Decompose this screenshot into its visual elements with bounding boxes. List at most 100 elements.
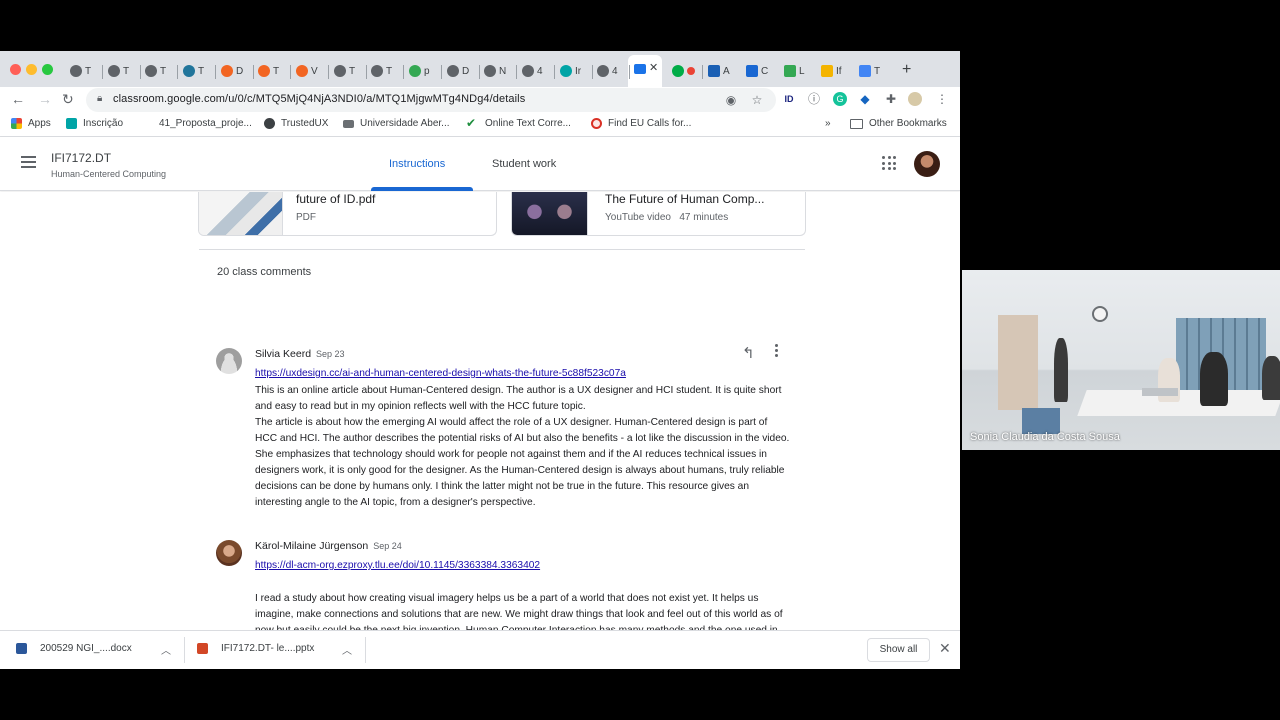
browser-tab[interactable]: V <box>296 61 318 81</box>
tab-active-classroom[interactable]: ✕ <box>628 55 662 87</box>
active-tab-indicator <box>371 187 473 191</box>
browser-tab[interactable]: p <box>409 61 430 81</box>
tab-separator <box>177 65 178 79</box>
browser-tab[interactable]: N <box>484 61 506 81</box>
record-icon <box>687 67 695 75</box>
browser-window: ✕ + T T T T D T V T Tp D N 4 Ir 4 A C L If T ← → ↻ 🔒︎ clas… <box>0 51 960 669</box>
browser-tab[interactable]: T <box>70 61 91 81</box>
tab-instructions[interactable]: Instructions <box>389 158 445 170</box>
chevron-up-icon[interactable]: ︿ <box>342 642 352 657</box>
puzzle-extensions-icon[interactable]: ✚ <box>884 92 898 106</box>
tab-favicon-icon <box>296 65 308 77</box>
browser-tab[interactable]: A <box>708 61 730 81</box>
main-menu-icon[interactable] <box>21 156 36 168</box>
attachment-pdf[interactable]: future of ID.pdf PDF <box>198 192 497 236</box>
tab-label: N <box>499 65 507 77</box>
tab-label: A <box>723 65 730 77</box>
google-apps-icon[interactable] <box>882 156 896 170</box>
grammarly-icon[interactable]: G <box>833 92 847 106</box>
back-arrow-icon[interactable]: ← <box>11 91 25 107</box>
bookmark-other[interactable]: Other Bookmarks <box>850 118 947 129</box>
downloads-bar: 200529 NGI_....docx ︿ IFI7172.DT- le....… <box>0 630 960 669</box>
bookmark-eu-calls[interactable]: Find EU Calls for... <box>591 118 691 129</box>
participant-name: Sonia Claudia da Costa Sousa <box>970 431 1120 443</box>
bookmark-trustedux[interactable]: TrustedUX <box>264 118 328 129</box>
browser-tab[interactable]: Ir <box>560 61 581 81</box>
eye-off-icon[interactable]: ◉ <box>724 93 738 107</box>
browser-tab[interactable]: T <box>258 61 279 81</box>
browser-tab[interactable]: T <box>145 61 166 81</box>
more-vert-icon[interactable] <box>771 344 781 360</box>
reload-icon[interactable]: ↻ <box>62 91 74 108</box>
new-tab-button[interactable]: + <box>902 61 911 79</box>
tab-label: p <box>424 65 430 77</box>
browser-tab[interactable]: 4 <box>522 61 543 81</box>
download-item-docx[interactable]: 200529 NGI_....docx <box>16 643 132 654</box>
account-avatar[interactable] <box>914 151 940 177</box>
bookmark-universidade[interactable]: Universidade Aber... <box>343 118 450 129</box>
bookmark-proposta[interactable]: 41_Proposta_proje... <box>142 118 252 129</box>
tab-label: T <box>386 65 393 77</box>
browser-tab[interactable]: D <box>447 61 469 81</box>
minimize-window-button[interactable] <box>26 64 37 75</box>
profile-icon[interactable] <box>908 92 922 106</box>
video-scene-door <box>998 315 1038 410</box>
chevron-up-icon[interactable]: ︿ <box>161 642 171 657</box>
tab-favicon-icon <box>859 65 871 77</box>
browser-tab[interactable]: T <box>334 61 355 81</box>
bookmarks-overflow-button[interactable]: » <box>825 118 831 129</box>
browser-tab[interactable]: T <box>108 61 129 81</box>
browser-tab[interactable]: D <box>221 61 243 81</box>
comment-author: Kärol-Milaine Jürgenson Sep 24 <box>255 540 402 552</box>
browser-tab[interactable]: C <box>746 61 768 81</box>
browser-tab[interactable]: If <box>821 61 842 81</box>
browser-tab[interactable]: L <box>784 61 805 81</box>
extension-id-icon[interactable]: ID <box>782 92 796 106</box>
tab-meet[interactable] <box>672 61 698 81</box>
browser-menu-icon[interactable]: ⋮ <box>935 92 949 106</box>
comment-paragraph: This is an online article about Human-Ce… <box>255 385 782 412</box>
bookmark-apps[interactable]: Apps <box>11 118 51 129</box>
star-bookmark-icon[interactable]: ☆ <box>750 93 764 107</box>
tab-separator <box>215 65 216 79</box>
video-call-tile[interactable]: Sonia Claudia da Costa Sousa <box>962 270 1280 450</box>
folder-icon <box>850 118 863 129</box>
reply-icon[interactable]: ↰ <box>742 344 755 362</box>
show-all-downloads-button[interactable]: Show all <box>867 638 930 662</box>
bookmark-inscricao[interactable]: Inscrição <box>66 118 123 129</box>
comment-link[interactable]: https://dl-acm-org.ezproxy.tlu.ee/doi/10… <box>255 560 540 571</box>
browser-tab[interactable]: T <box>183 61 204 81</box>
maximize-window-button[interactable] <box>42 64 53 75</box>
bookmark-text-corrector[interactable]: ✔ Online Text Corre... <box>466 117 571 129</box>
bookmark-favicon-icon <box>66 118 77 129</box>
tab-favicon-icon <box>258 65 270 77</box>
extension-shield-icon[interactable]: ◆ <box>858 92 872 106</box>
close-window-button[interactable] <box>10 64 21 75</box>
tab-student-work[interactable]: Student work <box>492 158 556 170</box>
browser-tab[interactable]: 4 <box>597 61 618 81</box>
browser-tab[interactable]: T <box>859 61 880 81</box>
tab-label: D <box>236 65 244 77</box>
assignment-details: future of ID.pdf PDF The Future of Human… <box>0 192 960 630</box>
address-bar[interactable]: 🔒︎ classroom.google.com/u/0/c/MTQ5MjQ4Nj… <box>86 88 776 112</box>
comment-author: Silvia Keerd Sep 23 <box>255 348 345 360</box>
info-icon[interactable]: ⓘ <box>807 92 821 106</box>
tab-favicon-icon <box>409 65 421 77</box>
comment-link[interactable]: https://uxdesign.cc/ai-and-human-centere… <box>255 368 626 379</box>
download-item-pptx[interactable]: IFI7172.DT- le....pptx <box>197 643 314 654</box>
video-person <box>1200 352 1228 406</box>
browser-tab[interactable]: T <box>371 61 392 81</box>
bookmark-favicon-icon <box>343 119 354 128</box>
comment-paragraph: The article is about how the emerging AI… <box>255 417 790 508</box>
url-text[interactable]: classroom.google.com/u/0/c/MTQ5MjQ4NjA3N… <box>113 93 525 105</box>
attachment-youtube[interactable]: The Future of Human Comp... YouTube vide… <box>511 192 806 236</box>
tab-label: V <box>311 65 318 77</box>
tab-label: T <box>874 65 881 77</box>
lock-icon[interactable]: 🔒︎ <box>97 93 102 104</box>
video-scene-clock <box>1092 306 1108 322</box>
class-title[interactable]: IFI7172.DT <box>51 151 111 165</box>
forward-arrow-icon[interactable]: → <box>38 91 52 107</box>
tab-favicon-icon <box>221 65 233 77</box>
close-icon[interactable]: ✕ <box>939 640 951 657</box>
tab-close-icon[interactable]: ✕ <box>649 61 658 74</box>
